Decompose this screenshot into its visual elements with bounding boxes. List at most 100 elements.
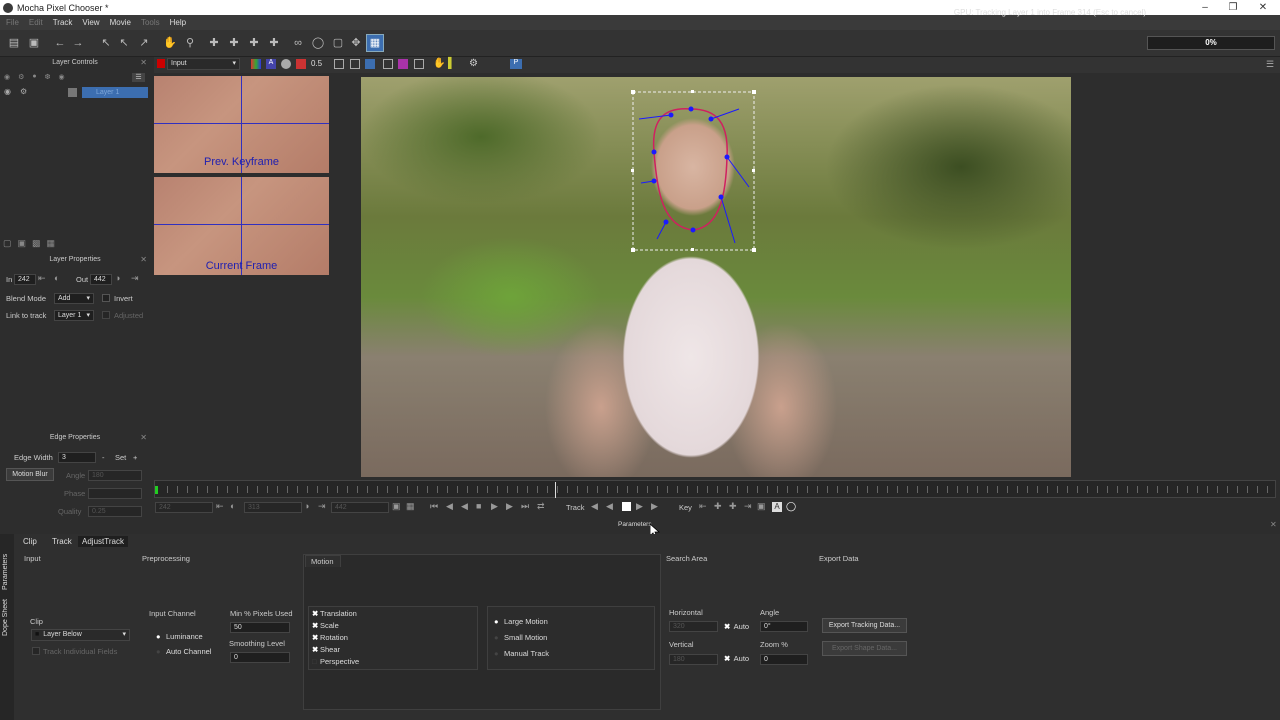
go-end-icon[interactable]: ⏭ xyxy=(521,501,529,512)
next-key-icon[interactable]: ⇥ xyxy=(744,501,752,512)
close-panel-icon[interactable]: ✕ xyxy=(140,254,147,265)
edge-width-set[interactable]: Set xyxy=(115,453,126,462)
vertical-field[interactable]: 180 xyxy=(669,654,718,665)
play-icon[interactable]: ▶ xyxy=(506,501,513,512)
delete-key-icon[interactable]: ▣ xyxy=(757,501,766,512)
proxy-icon[interactable]: P xyxy=(510,59,522,69)
large-motion-radio[interactable]: ● Large Motion xyxy=(494,617,548,626)
in-point-icon[interactable]: ◐ xyxy=(230,501,235,511)
viewer-menu-icon[interactable]: ☰ xyxy=(1266,59,1274,70)
trace-icon[interactable]: ▌ xyxy=(448,58,455,69)
menu-track[interactable]: Track xyxy=(53,18,73,27)
layer-track-icon[interactable]: ⚙ xyxy=(20,87,27,96)
grid-overlay-icon[interactable] xyxy=(414,59,424,69)
rgb-channel-icon[interactable] xyxy=(251,59,261,69)
select-add-icon[interactable]: ↗ xyxy=(136,35,152,51)
prev-key-icon[interactable]: ⇤ xyxy=(699,501,707,512)
export-tracking-button[interactable]: Export Tracking Data... xyxy=(822,618,907,633)
horizontal-field[interactable]: 320 xyxy=(669,621,718,632)
out-point-icon[interactable]: ◑ xyxy=(304,501,309,511)
group-layer-icon[interactable]: ▦ xyxy=(47,238,56,249)
step-back-icon[interactable]: ◀ xyxy=(461,501,468,512)
close-panel-icon[interactable]: ✕ xyxy=(140,432,147,443)
bezier-add-icon[interactable]: ✚ xyxy=(266,35,282,51)
clip-select[interactable]: ■ Layer Below ▾ xyxy=(31,629,130,641)
horizontal-auto-checkbox[interactable]: ✖ Auto xyxy=(724,622,749,631)
link-icon[interactable]: ∞ xyxy=(290,35,306,51)
shear-checkbox[interactable]: ✖ Shear xyxy=(312,645,340,654)
rotation-checkbox[interactable]: ✖ Rotation xyxy=(312,633,348,642)
open-icon[interactable]: ▤ xyxy=(6,35,22,51)
motion-blur-button[interactable]: Motion Blur xyxy=(6,468,54,481)
set-in-point-icon[interactable]: ⇤ xyxy=(216,501,224,512)
settings-icon[interactable]: ⚙ xyxy=(469,58,478,69)
menu-tools[interactable]: Tools xyxy=(141,18,160,27)
angle-field[interactable]: 0° xyxy=(760,621,808,632)
tab-track[interactable]: Track xyxy=(48,536,76,547)
xspline-add-icon[interactable]: ✚ xyxy=(226,35,242,51)
translation-checkbox[interactable]: ✖ Translation xyxy=(312,609,357,618)
timeline-playhead[interactable] xyxy=(555,482,556,498)
gear-header-icon[interactable]: ⚙ xyxy=(18,73,24,81)
layer-visible-icon[interactable]: ◉ xyxy=(4,87,11,96)
play-backward-icon[interactable]: ◀ xyxy=(446,501,453,512)
surface-tool-icon[interactable]: ▦ xyxy=(366,34,384,52)
duplicate-layer-icon[interactable]: ▣ xyxy=(18,238,27,249)
close-panel-icon[interactable]: ✕ xyxy=(140,57,147,68)
step-forward-icon[interactable]: ▶ xyxy=(491,501,498,512)
invert-checkbox[interactable] xyxy=(102,294,110,302)
set-in-icon[interactable]: ⇤ xyxy=(38,273,46,284)
planar-surface-icon[interactable] xyxy=(398,59,408,69)
tab-clip[interactable]: Clip xyxy=(19,536,41,547)
track-fields-checkbox[interactable] xyxy=(32,647,40,655)
close-button[interactable]: ✕ xyxy=(1248,0,1278,15)
track-forward-icon[interactable]: ▶ xyxy=(651,501,658,512)
edge-width-minus[interactable]: - xyxy=(102,453,105,462)
side-tab-dope-sheet[interactable]: Dope Sheet xyxy=(2,592,12,636)
save-icon[interactable]: ▣ xyxy=(26,35,42,51)
zoom-field[interactable]: 0 xyxy=(760,654,808,665)
tracking-header-icon[interactable]: ◉ xyxy=(59,73,65,81)
stop-icon[interactable]: ■ xyxy=(476,501,481,511)
key-add-icon[interactable]: ✚ xyxy=(729,501,737,512)
overlay-icon[interactable] xyxy=(296,59,306,69)
side-tab-parameters[interactable]: Parameters xyxy=(2,540,12,590)
set-out-point-icon[interactable]: ⇥ xyxy=(318,501,326,512)
menu-edit[interactable]: Edit xyxy=(29,18,43,27)
close-parameters-icon[interactable]: ✕ xyxy=(1270,520,1277,529)
edge-width-field[interactable]: 3 xyxy=(58,452,96,463)
layers-view-icon[interactable] xyxy=(350,59,360,69)
input-select[interactable]: Input ▾ xyxy=(167,58,240,70)
blur-angle-field[interactable]: 180 xyxy=(88,470,142,481)
alpha-icon[interactable]: A xyxy=(266,59,276,69)
frame-end-field[interactable]: 442 xyxy=(331,502,389,513)
add-key-icon[interactable]: ✚ xyxy=(714,501,722,512)
vertical-auto-checkbox[interactable]: ✖ Auto xyxy=(724,654,749,663)
clip-viewer[interactable] xyxy=(361,77,1071,477)
redo-icon[interactable]: → xyxy=(70,35,86,51)
eye-header-icon[interactable]: ◉ xyxy=(4,73,10,81)
range-reset-icon[interactable]: ▦ xyxy=(406,501,415,512)
bezier-tool-icon[interactable]: ✚ xyxy=(246,35,262,51)
transform-icon[interactable]: ▢ xyxy=(330,35,346,51)
grid-icon[interactable] xyxy=(383,59,393,69)
auto-key-icon[interactable]: A xyxy=(772,502,782,512)
manual-track-radio[interactable]: ● Manual Track xyxy=(494,649,549,658)
track-stop-icon[interactable] xyxy=(622,502,631,511)
track-step-back-icon[interactable]: ◀ xyxy=(606,501,613,512)
color-mode-icon[interactable] xyxy=(281,59,291,69)
smoothing-field[interactable]: 0 xyxy=(230,652,290,663)
go-start-icon[interactable]: ⏮ xyxy=(430,501,438,512)
auto-channel-radio[interactable]: ● Auto Channel xyxy=(156,647,211,656)
minimize-button[interactable]: – xyxy=(1190,0,1220,15)
key-lock-icon[interactable]: ◯ xyxy=(786,501,796,512)
undo-icon[interactable]: ← xyxy=(52,35,68,51)
blur-quality-field[interactable]: 0.25 xyxy=(88,506,142,517)
zoom-tool-icon[interactable]: ⚲ xyxy=(182,35,198,51)
luminance-radio[interactable]: ● Luminance xyxy=(156,632,203,641)
scale-checkbox[interactable]: ✖ Scale xyxy=(312,621,339,630)
blend-mode-select[interactable]: Add ▾ xyxy=(54,293,94,304)
menu-file[interactable]: File xyxy=(6,18,19,27)
delete-layer-icon[interactable]: ▩ xyxy=(32,238,41,249)
perspective-checkbox[interactable]: □ Perspective xyxy=(312,657,359,666)
